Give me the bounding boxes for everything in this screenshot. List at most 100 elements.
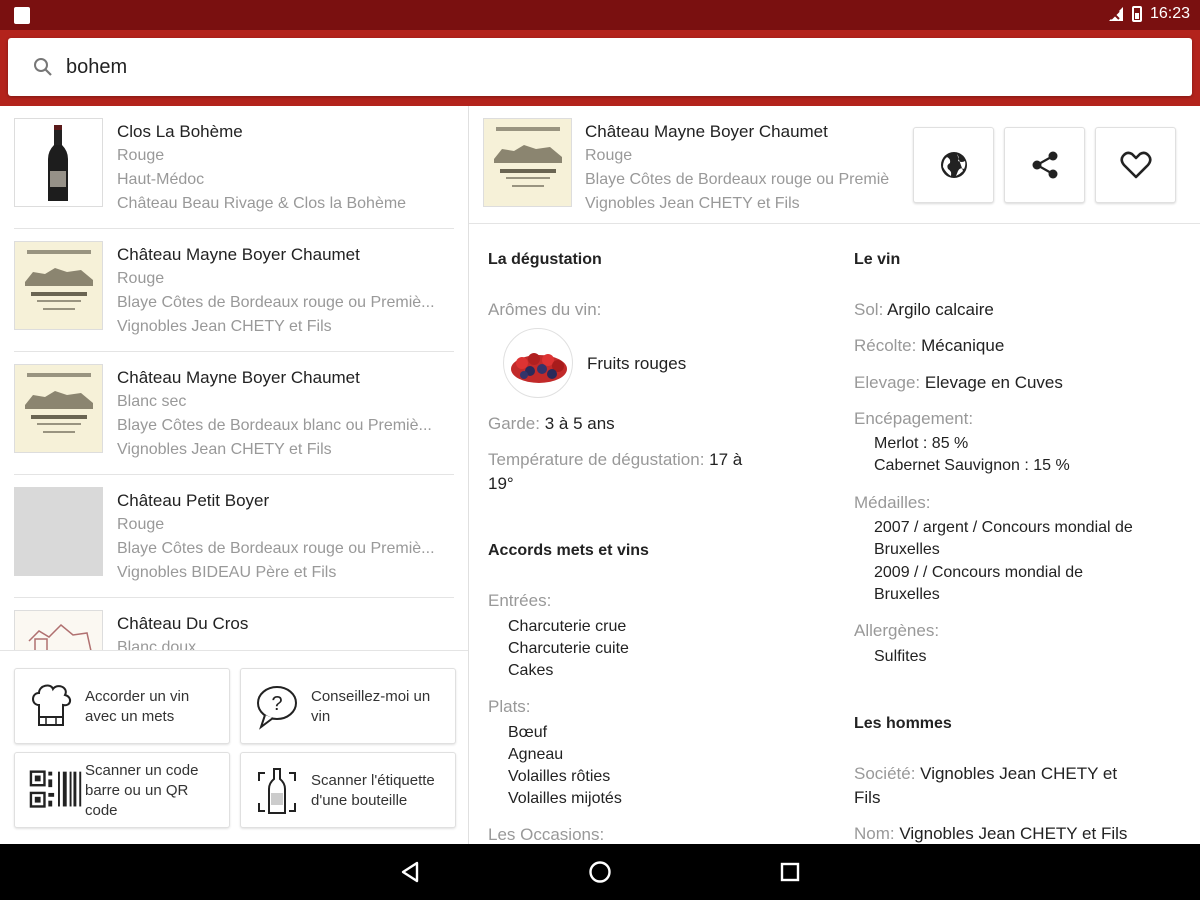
result-name: Château Mayne Boyer Chaumet	[117, 245, 360, 264]
company-label: Société:	[854, 764, 916, 783]
temperature-label: Température de dégustation:	[488, 450, 705, 469]
aroma-value: Fruits rouges	[587, 354, 687, 373]
search-box[interactable]	[8, 38, 1192, 96]
results-list[interactable]: Clos La Bohème Rouge Haut-Médoc Château …	[0, 106, 468, 650]
allergen-item: Sulfites	[874, 648, 927, 665]
favorite-button[interactable]	[1095, 127, 1176, 203]
recents-icon[interactable]	[776, 858, 804, 886]
grape-item: Merlot : 85 %	[874, 435, 969, 452]
starters-label: Entrées:	[488, 591, 552, 610]
detail-header: Château Mayne Boyer Chaumet Rouge Blaye …	[469, 106, 1200, 224]
result-appellation: Haut-Médoc	[117, 171, 205, 188]
main-item: Volailles mijotés	[508, 790, 622, 807]
medal-item: Bruxelles	[874, 586, 940, 603]
search-input[interactable]	[66, 48, 1166, 86]
home-icon[interactable]	[586, 858, 614, 886]
allergens-label: Allergènes:	[854, 621, 940, 640]
person-name-label: Nom:	[854, 824, 895, 843]
red-fruits-image	[503, 328, 573, 398]
company-value-cont: Fils	[854, 788, 881, 807]
result-color: Rouge	[117, 147, 165, 164]
status-bar: 16:23	[0, 0, 1200, 30]
result-name: Château Petit Boyer	[117, 491, 270, 510]
temperature-row: Température de dégustation: 17 à	[488, 448, 742, 471]
wine-label-thumbnail	[14, 610, 103, 650]
chef-hat-icon	[32, 684, 71, 726]
advise-wine-label: Conseillez-moi un vin	[311, 688, 431, 725]
company-value: Vignobles Jean CHETY et	[920, 764, 1118, 783]
question-bubble-icon: ?	[257, 686, 297, 730]
harvest-row: Récolte: Mécanique	[854, 334, 1004, 357]
bottle-scan-icon	[258, 768, 296, 814]
app-notification-icon	[14, 7, 30, 24]
wine-detail: Château Mayne Boyer Chaumet Rouge Blaye …	[469, 106, 1200, 844]
result-item[interactable]: Château Mayne Boyer Chaumet Blanc sec Bl…	[14, 352, 454, 475]
keep-value: 3 à 5 ans	[544, 414, 615, 433]
starter-item: Charcuterie crue	[508, 618, 627, 635]
scan-code-button[interactable]: Scanner un code barre ou un QR code	[14, 752, 230, 828]
wine-label-thumbnail	[14, 241, 103, 330]
result-color: Blanc sec	[117, 393, 187, 410]
search-icon	[34, 58, 52, 76]
result-color: Blanc doux	[117, 639, 197, 650]
keep-label: Garde:	[488, 414, 540, 433]
pairing-title: Accords mets et vins	[488, 542, 649, 559]
placeholder-thumbnail	[14, 487, 103, 576]
starter-item: Cakes	[508, 662, 554, 679]
medal-item: 2007 / argent / Concours mondial de	[874, 519, 1133, 536]
people-title: Les hommes	[854, 715, 952, 732]
battery-icon	[1131, 6, 1142, 22]
main-item: Volailles rôties	[508, 768, 611, 785]
result-producer: Vignobles BIDEAU Père et Fils	[117, 564, 337, 581]
result-item[interactable]: Château Mayne Boyer Chaumet Rouge Blaye …	[14, 229, 454, 352]
scan-code-label: Scanner un code barre ou un QR code	[85, 762, 199, 819]
scan-label-button[interactable]: Scanner l'étiquette d'une bouteille	[240, 752, 456, 828]
result-color: Rouge	[117, 270, 165, 287]
mains-label: Plats:	[488, 697, 531, 716]
result-appellation: Blaye Côtes de Bordeaux rouge ou Premiè.…	[117, 294, 435, 311]
soil-label: Sol:	[854, 300, 884, 319]
aging-row: Elevage: Elevage en Cuves	[854, 371, 1063, 394]
globe-icon	[940, 152, 967, 178]
result-item[interactable]: Château Petit Boyer Rouge Blaye Côtes de…	[14, 475, 454, 598]
soil-row: Sol: Argilo calcaire	[854, 298, 994, 321]
starter-item: Charcuterie cuite	[508, 640, 629, 657]
result-producer: Vignobles Jean CHETY et Fils	[117, 441, 332, 458]
share-button[interactable]	[1004, 127, 1085, 203]
aging-value: Elevage en Cuves	[924, 373, 1063, 392]
result-color: Rouge	[117, 516, 165, 533]
aging-label: Elevage:	[854, 373, 921, 392]
pair-wine-label: Accorder un vin avec un mets	[85, 688, 190, 725]
scan-label-label: Scanner l'étiquette d'une bouteille	[311, 772, 435, 809]
advise-wine-button[interactable]: ? Conseillez-moi un vin	[240, 668, 456, 744]
main-item: Agneau	[508, 746, 564, 763]
grapes-label: Encépagement:	[854, 409, 974, 428]
result-item[interactable]: Château Du Cros Blanc doux	[14, 598, 454, 650]
temperature-value-cont: 19°	[488, 474, 514, 493]
status-icons: 16:23	[1108, 5, 1190, 23]
soil-value: Argilo calcaire	[887, 300, 994, 319]
company-row: Société: Vignobles Jean CHETY et	[854, 762, 1117, 785]
harvest-value: Mécanique	[921, 336, 1005, 355]
clock: 16:23	[1149, 5, 1190, 22]
pair-wine-button[interactable]: Accorder un vin avec un mets	[14, 668, 230, 744]
harvest-label: Récolte:	[854, 336, 917, 355]
svg-text:?: ?	[271, 693, 282, 715]
search-bar	[0, 30, 1200, 106]
aromas-label: Arômes du vin:	[488, 300, 602, 319]
signal-icon	[1108, 7, 1123, 21]
medals-label: Médailles:	[854, 493, 931, 512]
result-appellation: Blaye Côtes de Bordeaux rouge ou Premiè.…	[117, 540, 435, 557]
tasting-title: La dégustation	[488, 251, 602, 268]
keep-row: Garde: 3 à 5 ans	[488, 412, 615, 435]
result-item[interactable]: Clos La Bohème Rouge Haut-Médoc Château …	[14, 106, 454, 229]
medal-item: Bruxelles	[874, 541, 940, 558]
action-panel: Accorder un vin avec un mets ? Conseille…	[0, 650, 468, 844]
back-icon[interactable]	[396, 858, 424, 886]
result-name: Clos La Bohème	[117, 122, 243, 141]
website-button[interactable]	[913, 127, 994, 203]
medal-item: 2009 / / Concours mondial de	[874, 564, 1084, 581]
temperature-value: 17 à	[709, 450, 743, 469]
share-icon	[1032, 151, 1057, 179]
wine-label-thumbnail	[14, 364, 103, 453]
